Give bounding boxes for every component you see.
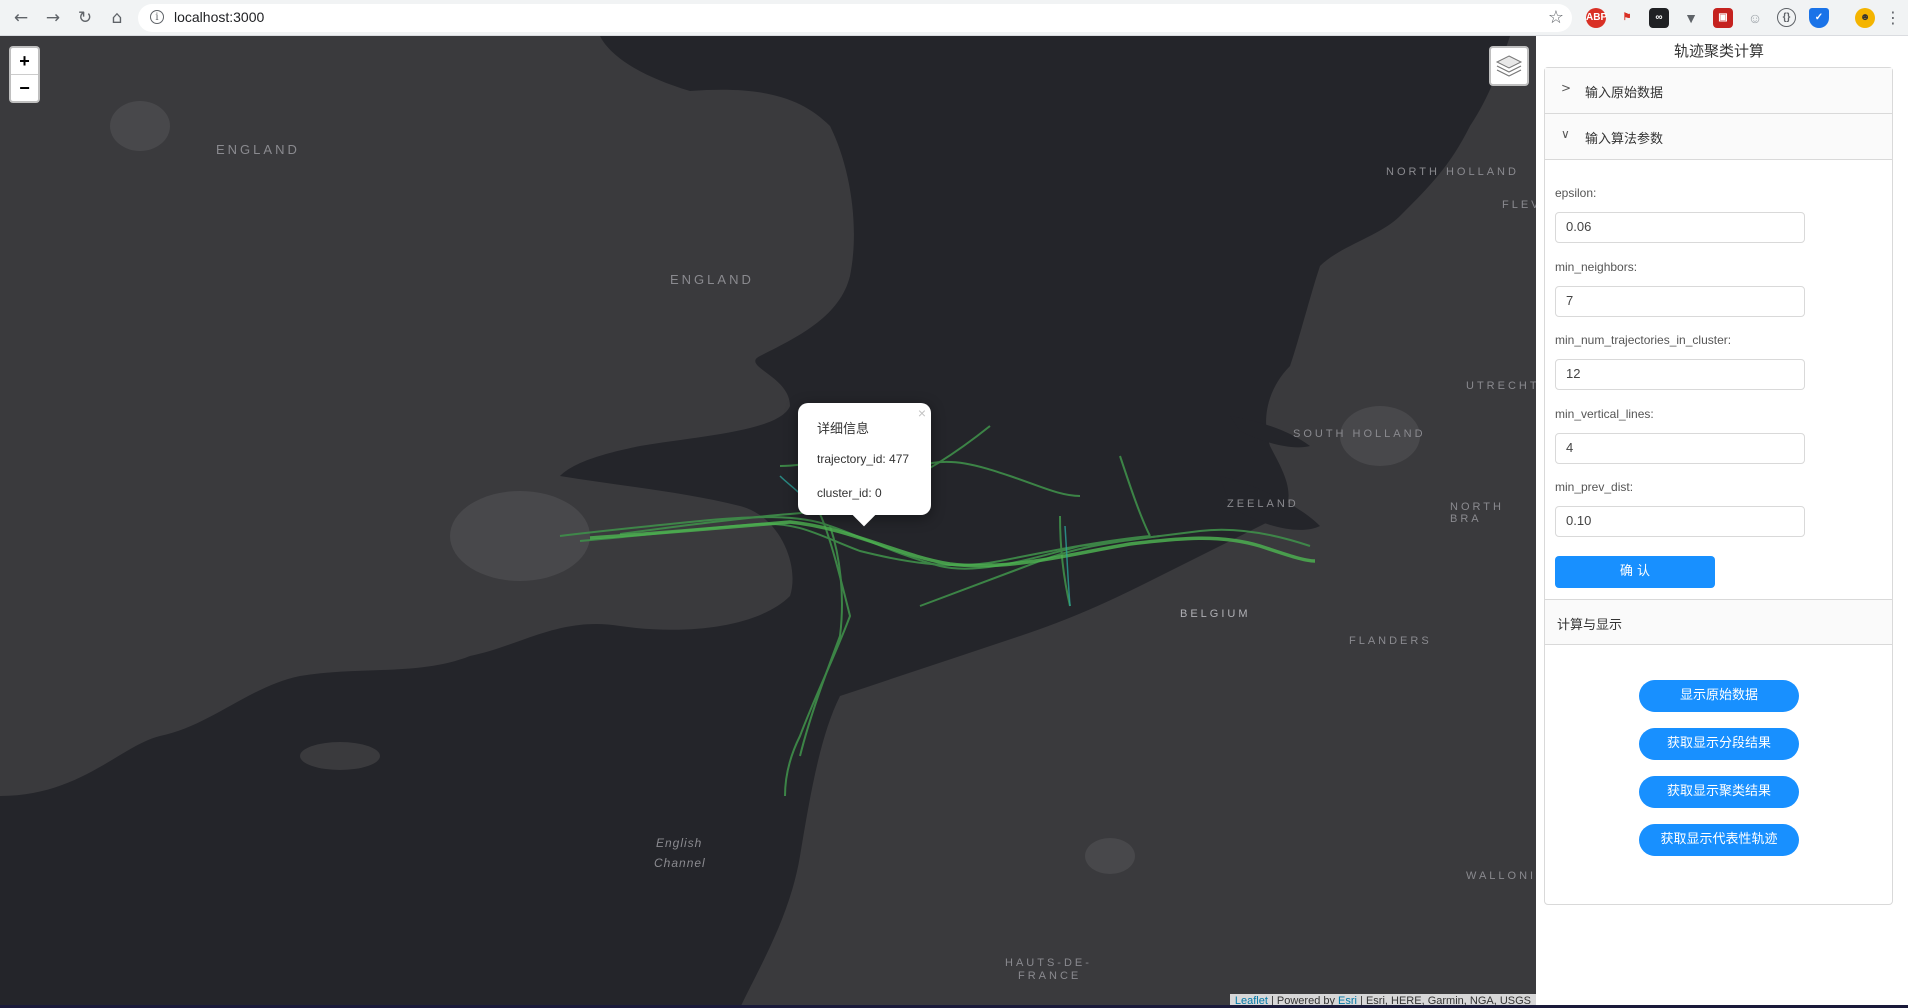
label-england: ENGLAND <box>670 272 754 287</box>
label-england-top: ENGLAND <box>216 142 300 157</box>
min-prev-dist-label: min_prev_dist: <box>1555 480 1634 494</box>
min-prev-dist-input[interactable]: 0.10 <box>1555 506 1805 537</box>
home-icon[interactable]: ⌂ <box>106 7 128 29</box>
section-algo-params[interactable]: ∨ 输入算法参数 <box>1545 114 1892 160</box>
close-icon[interactable]: × <box>918 405 926 421</box>
label-belgium: BELGIUM <box>1180 608 1251 620</box>
adblock-extension-icon[interactable]: ABP <box>1586 8 1607 28</box>
braces-extension-icon[interactable]: {} <box>1777 8 1796 27</box>
label-english-channel-1: English <box>656 836 703 850</box>
address-bar[interactable]: i localhost:3000 ☆ <box>138 4 1572 32</box>
show-raw-data-button[interactable]: 显示原始数据 <box>1639 680 1799 712</box>
layers-button[interactable] <box>1489 46 1529 86</box>
label-utrecht: UTRECHT <box>1466 380 1536 392</box>
browser-toolbar: ← → ↻ ⌂ i localhost:3000 ☆ ABP ⚑ ∞ ▼ ▣ ☺… <box>0 0 1908 36</box>
label-north-holland: NORTH HOLLAND <box>1386 166 1519 178</box>
back-arrow-icon[interactable]: ← <box>10 7 32 29</box>
trajectory-id: trajectory_id: 477 <box>817 452 910 466</box>
zoom-control: + − <box>9 46 40 103</box>
min-vertical-lines-label: min_vertical_lines: <box>1555 407 1654 421</box>
chevron-down-icon: ∨ <box>1561 127 1570 141</box>
min-vertical-lines-input[interactable]: 4 <box>1555 433 1805 464</box>
label-north-brabant: NORTH BRA <box>1450 501 1504 525</box>
collapse-container: > 输入原始数据 ∨ 输入算法参数 epsilon: 0.06 min_neig… <box>1544 67 1893 905</box>
epsilon-input[interactable]: 0.06 <box>1555 212 1805 243</box>
bookmark-star-icon[interactable]: ☆ <box>1548 7 1564 28</box>
zoom-out-button[interactable]: − <box>11 75 38 101</box>
control-panel: 轨迹聚类计算 > 输入原始数据 ∨ 输入算法参数 epsilon: 0.06 m… <box>1536 36 1908 1008</box>
label-flevoland: FLEV <box>1502 199 1536 211</box>
picture-extension-icon[interactable]: ▣ <box>1713 8 1733 28</box>
menu-kebab-icon[interactable]: ⋮ <box>1882 7 1904 29</box>
label-english-channel-2: Channel <box>654 856 706 870</box>
show-representative-button[interactable]: 获取显示代表性轨迹 <box>1639 824 1799 856</box>
basemap <box>0 36 1536 1008</box>
map-view[interactable]: ENGLAND ENGLAND NORTH HOLLAND FLEV UTREC… <box>0 36 1536 1008</box>
url-text: localhost:3000 <box>174 9 265 25</box>
label-hauts-de-france-1: HAUTS-DE- <box>1005 957 1092 969</box>
section-algo-params-label: 输入算法参数 <box>1585 132 1664 147</box>
info-icon[interactable]: i <box>150 10 164 24</box>
layers-icon <box>1495 55 1523 77</box>
section-compute-label: 计算与显示 <box>1557 618 1623 633</box>
label-flanders: FLANDERS <box>1349 635 1432 647</box>
section-raw-data[interactable]: > 输入原始数据 <box>1545 68 1892 114</box>
show-clusters-button[interactable]: 获取显示聚类结果 <box>1639 776 1799 808</box>
min-num-trajectories-label: min_num_trajectories_in_cluster: <box>1555 333 1732 347</box>
forward-arrow-icon[interactable]: → <box>42 7 64 29</box>
label-hauts-de-france-2: FRANCE <box>1018 970 1082 982</box>
min-num-trajectories-input[interactable]: 12 <box>1555 359 1805 390</box>
flag-extension-icon[interactable]: ⚑ <box>1617 8 1637 28</box>
section-raw-data-label: 输入原始数据 <box>1585 86 1664 101</box>
label-wallonia: WALLONIA <box>1466 870 1536 882</box>
confirm-button[interactable]: 确 认 <box>1555 556 1715 588</box>
min-neighbors-input[interactable]: 7 <box>1555 286 1805 317</box>
vue-extension-icon[interactable]: ▼ <box>1681 8 1701 28</box>
avatar[interactable]: ☻ <box>1855 8 1875 28</box>
show-segments-button[interactable]: 获取显示分段结果 <box>1639 728 1799 760</box>
shield-extension-icon[interactable]: ✓ <box>1809 8 1829 28</box>
label-zeeland: ZEELAND <box>1227 498 1299 510</box>
glasses-extension-icon[interactable]: ∞ <box>1649 8 1669 28</box>
trajectory-popup: × 详细信息 trajectory_id: 477 cluster_id: 0 <box>798 403 931 527</box>
cat-extension-icon[interactable]: ☺ <box>1745 8 1765 28</box>
epsilon-label: epsilon: <box>1555 186 1597 200</box>
reload-icon[interactable]: ↻ <box>74 7 96 29</box>
chevron-right-icon: > <box>1561 81 1572 95</box>
zoom-in-button[interactable]: + <box>11 48 38 75</box>
panel-title: 轨迹聚类计算 <box>1673 42 1764 60</box>
section-compute[interactable]: 计算与显示 <box>1545 599 1892 645</box>
min-neighbors-label: min_neighbors: <box>1555 260 1638 274</box>
popup-title: 详细信息 <box>817 421 870 436</box>
label-south-holland: SOUTH HOLLAND <box>1293 428 1426 440</box>
cluster-id: cluster_id: 0 <box>817 486 882 500</box>
